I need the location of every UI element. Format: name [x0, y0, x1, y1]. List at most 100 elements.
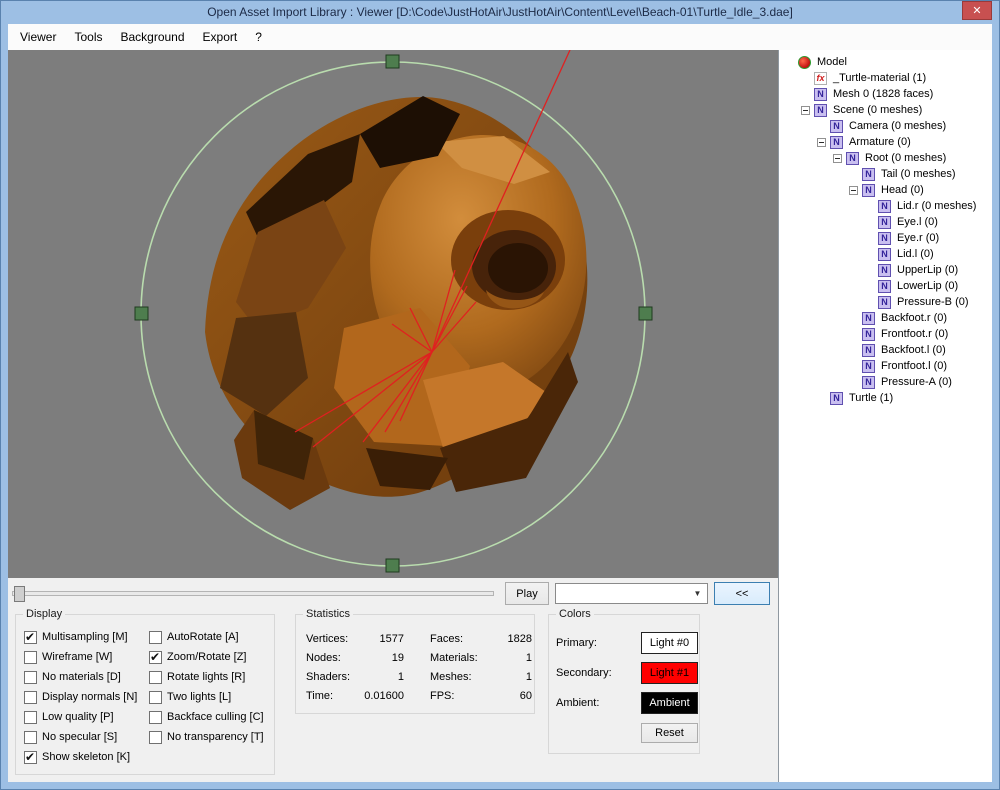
tree-item-label: Frontfoot.l (0) — [879, 360, 949, 372]
tree-item-head[interactable]: NHead (0) — [779, 182, 992, 198]
title-bar[interactable]: Open Asset Import Library : Viewer [D:\C… — [0, 0, 1000, 24]
tree-item-scene[interactable]: NScene (0 meshes) — [779, 102, 992, 118]
tree-expander-icon[interactable] — [801, 106, 810, 115]
menu-help[interactable]: ? — [246, 24, 271, 50]
tree-expander-icon[interactable] — [833, 154, 842, 163]
menu-background[interactable]: Background — [111, 24, 193, 50]
checkbox-zoom-rotate[interactable]: Zoom/Rotate [Z] — [149, 650, 264, 664]
color-button-ambient[interactable]: Ambient — [641, 692, 698, 714]
tree-item-eye.l[interactable]: N Eye.l (0) — [779, 214, 992, 230]
tree-item-frontfoot.r[interactable]: NFrontfoot.r (0) — [779, 326, 992, 342]
tree-item-frontfoot.l[interactable]: NFrontfoot.l (0) — [779, 358, 992, 374]
tree-item-label: Pressure-A (0) — [879, 376, 954, 388]
slider-thumb[interactable] — [14, 586, 25, 602]
checkbox-no-transparency[interactable]: No transparency [T] — [149, 730, 264, 744]
slider-track[interactable] — [12, 591, 494, 596]
stat-value: 19 — [362, 652, 404, 664]
tree-item-root[interactable]: NRoot (0 meshes) — [779, 150, 992, 166]
chevron-down-icon[interactable]: ▼ — [689, 585, 706, 602]
viewport-canvas[interactable] — [8, 50, 778, 578]
node-icon: N — [878, 264, 891, 277]
tree-item-pressure-b[interactable]: NPressure-B (0) — [779, 294, 992, 310]
tree-item-label: Backfoot.r (0) — [879, 312, 949, 324]
tree-expander-icon[interactable] — [849, 186, 858, 195]
client-area: ViewerToolsBackgroundExport? — [8, 24, 992, 782]
tree-item-backfoot.r[interactable]: NBackfoot.r (0) — [779, 310, 992, 326]
checkbox-multisampling[interactable]: Multisampling [M] — [24, 630, 137, 644]
checkbox-label: Zoom/Rotate [Z] — [167, 651, 246, 663]
node-icon: N — [878, 216, 891, 229]
display-col2: AutoRotate [A] Zoom/Rotate [Z] Rotate ligh… — [149, 630, 264, 750]
menu-tools[interactable]: Tools — [65, 24, 111, 50]
tree-item-backfoot.l[interactable]: N Backfoot.l (0) — [779, 342, 992, 358]
tree-item-lid.r[interactable]: NLid.r (0 meshes) — [779, 198, 992, 214]
tree-item-model[interactable]: Model — [779, 54, 992, 70]
checkbox-unchecked-icon[interactable] — [24, 671, 37, 684]
node-icon: N — [862, 344, 875, 357]
checkbox-display-normals[interactable]: Display normals [N] — [24, 690, 137, 704]
node-icon: N — [878, 200, 891, 213]
viewport-3d[interactable] — [8, 50, 778, 578]
tree-item-turtle[interactable]: NTurtle (1) — [779, 390, 992, 406]
tree-item-armature[interactable]: NArmature (0) — [779, 134, 992, 150]
tree-item-label: Eye.l (0) — [895, 216, 940, 228]
checkbox-unchecked-icon[interactable] — [24, 711, 37, 724]
checkbox-show-skeleton[interactable]: Show skeleton [K] — [24, 750, 137, 764]
checkbox-label: No specular [S] — [42, 731, 117, 743]
checkbox-unchecked-icon[interactable] — [149, 711, 162, 724]
checkbox-label: Rotate lights [R] — [167, 671, 245, 683]
tree-item-mesh[interactable]: NMesh 0 (1828 faces) — [779, 86, 992, 102]
tree-item-label: Backfoot.l (0) — [879, 344, 948, 356]
tree-item-lowerlip[interactable]: NLowerLip (0) — [779, 278, 992, 294]
display-group: Display Multisampling [M]Wireframe [W]No… — [15, 614, 275, 775]
tree-item-lid.l[interactable]: NLid.l (0) — [779, 246, 992, 262]
close-button[interactable]: ✕ — [962, 1, 992, 20]
tree-expander-icon[interactable] — [817, 138, 826, 147]
collapse-panel-button[interactable]: << — [714, 582, 770, 605]
checkbox-label: Wireframe [W] — [42, 651, 112, 663]
reset-colors-button[interactable]: Reset — [641, 723, 698, 743]
tree-item-upperlip[interactable]: NUpperLip (0) — [779, 262, 992, 278]
menu-export[interactable]: Export — [194, 24, 247, 50]
color-button-secondary[interactable]: Light #1 — [641, 662, 698, 684]
color-button-primary[interactable]: Light #0 — [641, 632, 698, 654]
checkbox-no-materials[interactable]: No materials [D] — [24, 670, 137, 684]
menu-viewer[interactable]: Viewer — [11, 24, 65, 50]
checkbox-backface-culling[interactable]: Backface culling [C] — [149, 710, 264, 724]
tree-item-eye.r[interactable]: NEye.r (0) — [779, 230, 992, 246]
checkbox-checked-icon[interactable] — [24, 751, 37, 764]
stat-value: 1828 — [484, 633, 532, 645]
checkbox-no-specular[interactable]: No specular [S] — [24, 730, 137, 744]
checkbox-unchecked-icon[interactable] — [149, 691, 162, 704]
checkbox-label: Display normals [N] — [42, 691, 137, 703]
checkbox-checked-icon[interactable] — [24, 631, 37, 644]
checkbox-rotate-lights[interactable]: Rotate lights [R] — [149, 670, 264, 684]
checkbox-unchecked-icon[interactable] — [24, 731, 37, 744]
checkbox-unchecked-icon[interactable] — [24, 651, 37, 664]
tree-item-label: Head (0) — [879, 184, 926, 196]
node-icon: N — [878, 248, 891, 261]
tree-item-label: Model — [815, 56, 849, 68]
checkbox-unchecked-icon[interactable] — [149, 631, 162, 644]
checkbox-autorotate[interactable]: AutoRotate [A] — [149, 630, 264, 644]
tree-item-label: Eye.r (0) — [895, 232, 941, 244]
tree-item-turtle-material[interactable]: fx_Turtle-material (1) — [779, 70, 992, 86]
timeline-slider[interactable] — [12, 585, 494, 603]
checkbox-unchecked-icon[interactable] — [149, 731, 162, 744]
checkbox-low-quality[interactable]: Low quality [P] — [24, 710, 137, 724]
checkbox-checked-icon[interactable] — [149, 651, 162, 664]
checkbox-label: Multisampling [M] — [42, 631, 128, 643]
play-button[interactable]: Play — [505, 582, 549, 605]
animation-combobox[interactable]: ▼ — [555, 583, 708, 604]
checkbox-two-lights[interactable]: Two lights [L] — [149, 690, 264, 704]
checkbox-unchecked-icon[interactable] — [24, 691, 37, 704]
node-icon: N — [846, 152, 859, 165]
checkbox-wireframe[interactable]: Wireframe [W] — [24, 650, 137, 664]
colors-group-body: Reset Primary:Light #0Secondary:Light #1… — [549, 615, 699, 753]
tree-item-label: Pressure-B (0) — [895, 296, 971, 308]
tree-item-camera[interactable]: NCamera (0 meshes) — [779, 118, 992, 134]
tree-item-pressure-a[interactable]: NPressure-A (0) — [779, 374, 992, 390]
tree-item-tail[interactable]: NTail (0 meshes) — [779, 166, 992, 182]
checkbox-unchecked-icon[interactable] — [149, 671, 162, 684]
statistics-group-title: Statistics — [303, 608, 353, 620]
